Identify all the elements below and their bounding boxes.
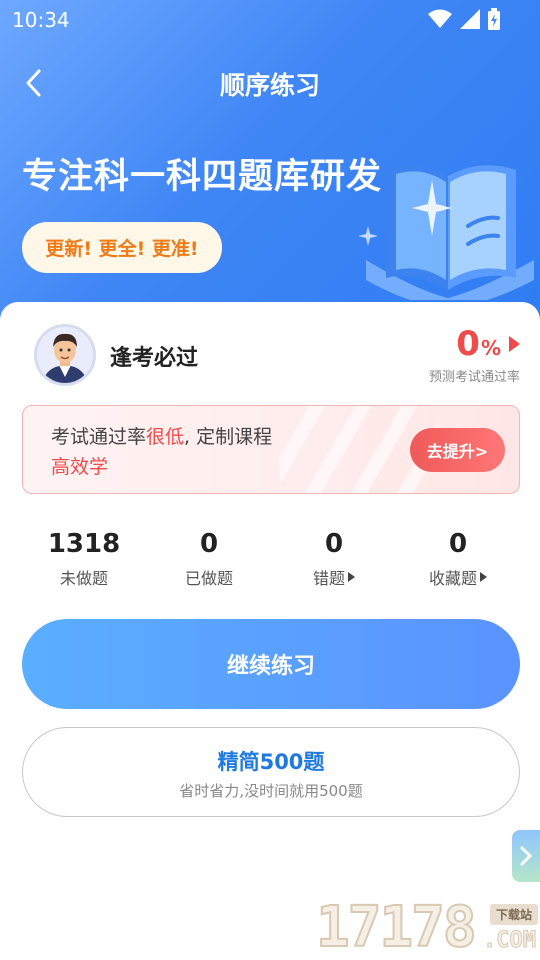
play-arrow-icon [509, 336, 520, 352]
continue-practice-button[interactable]: 继续练习 [22, 619, 520, 709]
status-time: 10:34 [12, 8, 70, 32]
stat-wrong[interactable]: 0 错题 [272, 527, 396, 589]
page-title: 顺序练习 [219, 71, 320, 100]
tip-text: 考试通过率很低, 定制课程高效学 [51, 422, 291, 482]
watermark-digits: 17178 [315, 895, 478, 960]
stat-done[interactable]: 0 已做题 [147, 527, 271, 589]
user-avatar-icon [37, 327, 93, 383]
caret-right-icon [480, 572, 487, 582]
watermark-suffix: .COM [483, 928, 537, 954]
hero-headline: 专注科一科四题库研发 [22, 157, 383, 197]
tip-highlight-low: 很低 [146, 426, 185, 448]
caret-right-icon [348, 572, 355, 582]
tip-text-part1: 考试通过率 [51, 426, 147, 448]
user-name: 逢考必过 [110, 346, 199, 371]
signal-icon [460, 9, 480, 29]
tip-text-part2: , 定制课程 [184, 426, 273, 448]
pass-rate-unit: % [480, 336, 501, 360]
watermark-tag: 下载站 [489, 904, 538, 925]
stat-value: 0 [199, 529, 219, 559]
practice-card: 逢考必过 0 % 预测考试通过率 考试通过率很低, 定制课程高效学 去提升> 1… [0, 302, 540, 960]
pass-rate-caption: 预测考试通过率 [428, 370, 520, 385]
stat-value: 1318 [47, 529, 121, 559]
simplified-500-button[interactable]: 精简500题 省时省力,没时间就用500题 [22, 727, 520, 817]
book-illustration [358, 165, 534, 300]
stat-undone[interactable]: 1318 未做题 [22, 527, 146, 589]
stat-label: 已做题 [184, 569, 233, 588]
hero-banner: 10:34 顺序练习 专注科一科四题库研发 更新! 更全! 更准! [0, 0, 540, 330]
chevron-right-icon [520, 846, 533, 866]
hero-badge: 更新! 更全! 更准! [22, 222, 222, 273]
stat-label: 未做题 [59, 569, 108, 588]
stat-label: 收藏题 [428, 569, 477, 588]
stat-value: 0 [448, 529, 468, 559]
stat-label: 错题 [312, 569, 345, 588]
improve-button[interactable]: 去提升> [410, 428, 505, 472]
watermark-logo: 17178 下载站 .COM [315, 895, 540, 960]
tip-highlight-efficient: 高效学 [51, 456, 109, 478]
stat-favorites[interactable]: 0 收藏题 [396, 527, 520, 589]
side-floating-tab[interactable] [512, 830, 540, 882]
stat-value: 0 [324, 529, 344, 559]
status-icons [428, 8, 500, 30]
battery-icon [488, 8, 500, 30]
wifi-icon [428, 9, 452, 28]
simplified-500-subtitle: 省时省力,没时间就用500题 [179, 782, 363, 800]
stats-row: 1318 未做题 0 已做题 0 错题 0 收藏题 [22, 527, 520, 591]
status-bar: 10:34 [0, 0, 540, 36]
pass-rate-value: 0 [456, 324, 480, 364]
avatar [34, 324, 96, 386]
improvement-tip: 考试通过率很低, 定制课程高效学 去提升> [22, 405, 520, 494]
simplified-500-title: 精简500题 [217, 750, 325, 774]
pass-rate[interactable]: 0 % 预测考试通过率 [380, 324, 520, 385]
